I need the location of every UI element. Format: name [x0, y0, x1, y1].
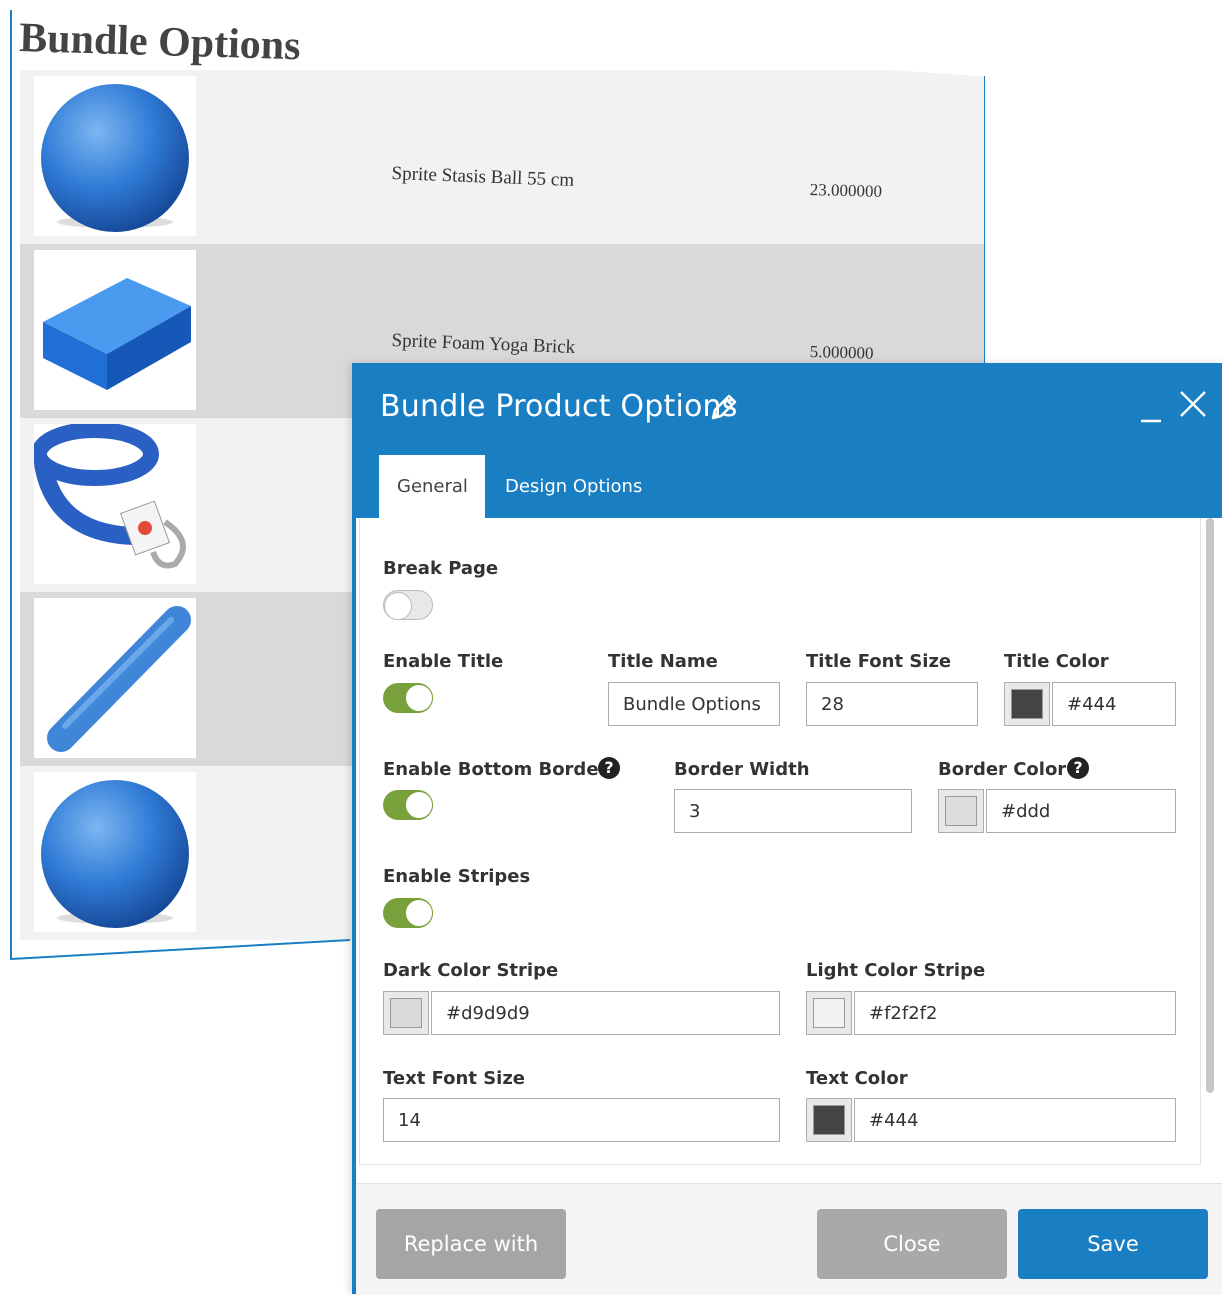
enable-title-toggle[interactable]	[383, 683, 433, 713]
tab-design-options[interactable]: Design Options	[487, 455, 660, 518]
text-color-label: Text Color	[806, 1068, 908, 1089]
toggle-knob	[405, 899, 433, 927]
enable-title-label: Enable Title	[383, 651, 504, 672]
modal-header: Bundle Product Options General Design Op…	[356, 363, 1222, 518]
title-color-label: Title Color	[1004, 651, 1109, 672]
border-color-swatch[interactable]	[938, 789, 984, 833]
border-color-input[interactable]	[986, 789, 1176, 833]
swatch-fill	[813, 998, 845, 1028]
break-page-label: Break Page	[383, 558, 499, 579]
close-button[interactable]: Close	[817, 1209, 1007, 1279]
light-color-stripe-label: Light Color Stripe	[806, 960, 986, 981]
text-color-input[interactable]	[854, 1098, 1176, 1142]
preview-title: Bundle Options	[18, 14, 302, 70]
replace-with-button[interactable]: Replace with	[376, 1209, 566, 1279]
light-color-stripe-swatch[interactable]	[806, 991, 852, 1035]
border-width-label: Border Width	[674, 759, 810, 780]
title-font-size-input[interactable]	[806, 682, 978, 726]
question-circle-icon[interactable]: ?	[1067, 757, 1089, 779]
dark-color-stripe-swatch[interactable]	[383, 991, 429, 1035]
title-font-size-label: Title Font Size	[806, 651, 952, 672]
dark-color-stripe-input[interactable]	[431, 991, 780, 1035]
close-icon[interactable]	[1178, 389, 1208, 419]
title-color-swatch[interactable]	[1004, 682, 1050, 726]
stasis-ball-image	[34, 76, 196, 236]
toggle-knob	[405, 791, 433, 819]
swatch-fill	[1011, 689, 1043, 719]
modal-body: Break Page Enable Title Title Name Title…	[359, 518, 1214, 1165]
toggle-knob	[384, 592, 412, 620]
dark-color-stripe-label: Dark Color Stripe	[383, 960, 559, 981]
text-color-swatch[interactable]	[806, 1098, 852, 1142]
light-color-stripe-input[interactable]	[854, 991, 1176, 1035]
border-width-input[interactable]	[674, 789, 912, 833]
swatch-fill	[945, 796, 977, 826]
title-name-input[interactable]	[608, 682, 780, 726]
product-price: 5.000000	[809, 342, 874, 363]
border-color-label: Border Color	[938, 759, 1067, 780]
question-circle-icon[interactable]: ?	[598, 757, 620, 779]
pencil-icon[interactable]	[708, 391, 740, 423]
swatch-fill	[813, 1105, 845, 1135]
break-page-toggle[interactable]	[383, 590, 433, 620]
enable-stripes-label: Enable Stripes	[383, 866, 531, 887]
minimize-icon[interactable]	[1140, 393, 1162, 423]
stasis-ball-image	[34, 772, 196, 932]
enable-stripes-toggle[interactable]	[383, 898, 433, 928]
product-name: Sprite Foam Yoga Brick	[391, 330, 576, 359]
title-color-input[interactable]	[1052, 682, 1176, 726]
title-name-label: Title Name	[608, 651, 718, 672]
bundle-options-modal: Bundle Product Options General Design Op…	[352, 363, 1222, 1295]
toggle-knob	[405, 684, 433, 712]
text-font-size-input[interactable]	[383, 1098, 780, 1142]
enable-bottom-border-toggle[interactable]	[383, 790, 433, 820]
scrollbar[interactable]	[1206, 518, 1214, 1093]
tab-general[interactable]: General	[379, 455, 485, 518]
modal-footer: Replace with Close Save	[356, 1183, 1222, 1295]
modal-title: Bundle Product Options	[380, 389, 738, 424]
product-price: 23.000000	[809, 180, 883, 201]
foam-roller-image	[34, 598, 196, 758]
yoga-brick-image	[34, 250, 196, 410]
swatch-fill	[390, 998, 422, 1028]
list-item: Sprite Stasis Ball 55 cm 23.000000	[20, 70, 985, 244]
text-font-size-label: Text Font Size	[383, 1068, 526, 1089]
product-name: Sprite Stasis Ball 55 cm	[391, 163, 575, 191]
enable-bottom-border-label: Enable Bottom Border	[383, 759, 608, 780]
save-button[interactable]: Save	[1018, 1209, 1208, 1279]
yoga-strap-image	[34, 424, 196, 584]
